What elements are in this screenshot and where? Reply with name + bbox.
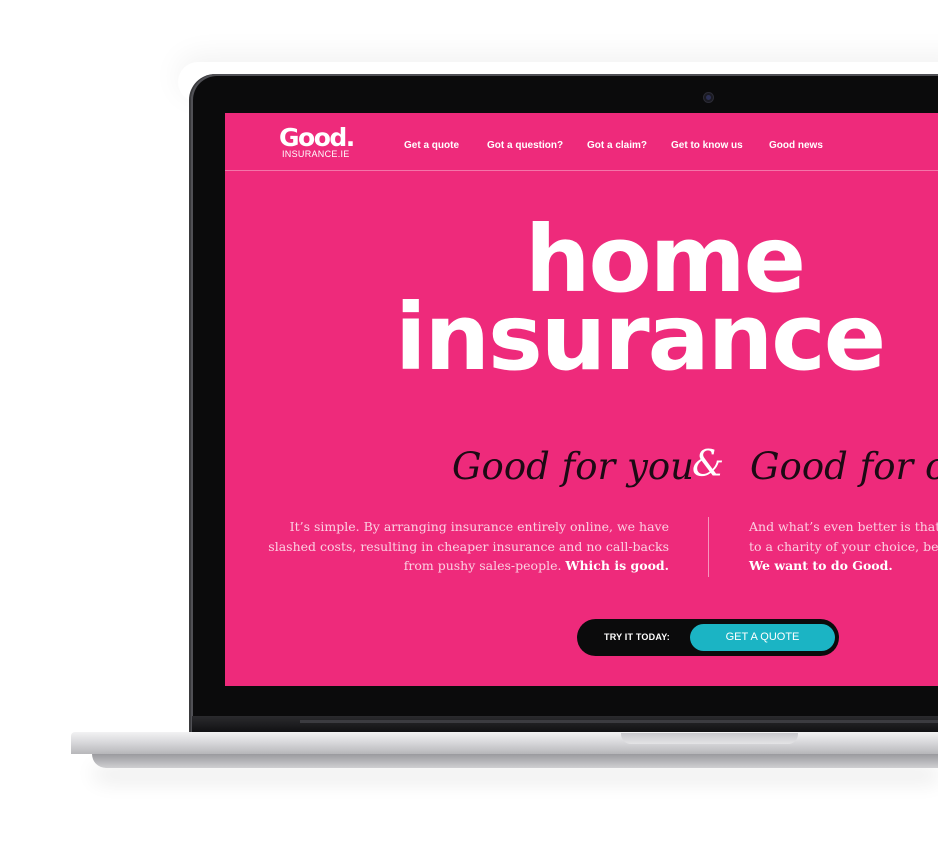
copy-right-line-3: We want to do Good. (749, 556, 938, 576)
copy-left-line-3: from pushy sales-people. Which is good. (265, 556, 669, 576)
copy-right-line-1: And what’s even better is that (749, 519, 938, 534)
laptop-hinge-highlight (300, 720, 938, 723)
copy-right-emphasis: We want to do Good. (749, 558, 893, 573)
nav-get-a-quote[interactable]: Get a quote (404, 140, 459, 151)
logo-wordmark: Good. (279, 123, 355, 152)
copy-left-emphasis: Which is good. (565, 558, 669, 573)
nav-got-a-claim[interactable]: Got a claim? (587, 140, 647, 151)
nav-got-a-question[interactable]: Got a question? (487, 140, 563, 151)
copy-left-line-2: slashed costs, resulting in cheaper insu… (268, 538, 669, 554)
laptop-base (71, 732, 938, 754)
laptop-opening-notch (621, 733, 798, 744)
headline-line-2: insurance (395, 284, 886, 391)
logo-domain: INSURANCE.IE (282, 149, 350, 159)
webcam-icon (703, 92, 714, 103)
tagline-ampersand: & (692, 444, 725, 485)
nav-get-to-know-us[interactable]: Get to know us (671, 140, 743, 151)
website-screen: Good. INSURANCE.IE Get a quote Got a que… (225, 113, 938, 686)
copy-divider (708, 517, 709, 577)
intro-copy-right: And what’s even better is that to a char… (749, 517, 938, 576)
tagline-right: Good for others (750, 445, 938, 488)
top-navigation: Good. INSURANCE.IE Get a quote Got a que… (225, 113, 938, 171)
tagline-left: Good for you (452, 445, 694, 488)
laptop-base-bottom (92, 754, 938, 768)
copy-left-line-1: It’s simple. By arranging insurance enti… (289, 519, 669, 534)
intro-copy-left: It’s simple. By arranging insurance enti… (265, 517, 669, 576)
cta-bar: TRY IT TODAY: GET A QUOTE (577, 619, 839, 656)
laptop-hinge (192, 716, 938, 732)
site-logo[interactable]: Good. INSURANCE.IE (279, 123, 355, 159)
cta-label: TRY IT TODAY: (604, 632, 670, 642)
get-a-quote-button[interactable]: GET A QUOTE (690, 624, 835, 651)
copy-right-line-2: to a charity of your choice, bec (749, 538, 938, 554)
nav-good-news[interactable]: Good news (769, 140, 823, 151)
copy-left-line-3-text: from pushy sales-people. (403, 558, 562, 573)
